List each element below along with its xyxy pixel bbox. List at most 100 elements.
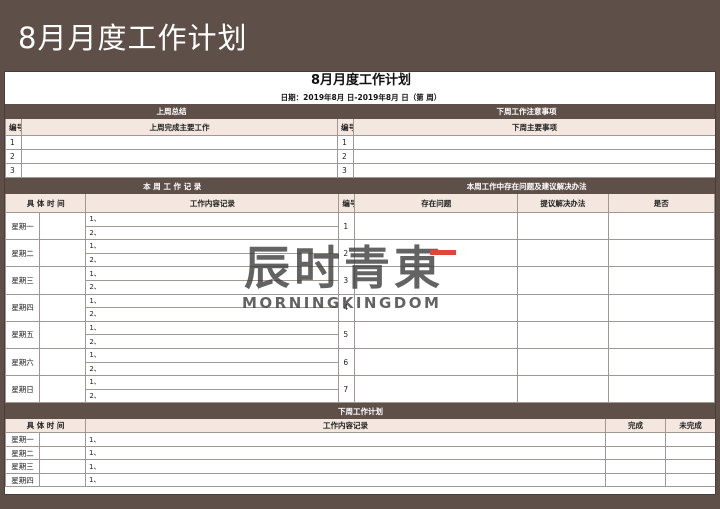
content-line: 2、 (85, 334, 340, 349)
weekday-extra-cell[interactable] (39, 347, 87, 377)
yesno-cell[interactable] (607, 266, 715, 295)
banner-title: 8月月度工作计划 (18, 21, 248, 55)
issues-header: 本周工作中存在问题及建议解决办法 (338, 178, 715, 194)
done-cell[interactable] (605, 432, 666, 447)
row-number: 4 (338, 293, 356, 322)
content-line: 2、 (85, 279, 340, 295)
problem-cell[interactable] (354, 375, 519, 404)
weekday-label: 星期四 (5, 293, 41, 322)
col-undone: 未完成 (664, 418, 715, 434)
row-number: 7 (338, 375, 356, 404)
weekday-label: 星期二 (5, 239, 41, 268)
yesno-cell[interactable] (607, 375, 715, 404)
weekday-label: 星期三 (5, 266, 41, 295)
date-line: 日期：2019年8月 日-2019年8月 日（第 周） (280, 93, 442, 102)
last-week-header: 上周总结 (5, 104, 338, 119)
content-line: 1、 (85, 347, 340, 363)
last-week-item-cell[interactable] (21, 135, 338, 150)
row-number: 2 (5, 149, 22, 164)
plan-grid: 上周总结下周工作注意事项编号上周完成主要工作编号下周主要事项112233本 周 … (5, 104, 715, 488)
content-line: 1、 (85, 320, 340, 336)
last-week-item-cell[interactable] (21, 163, 338, 178)
done-cell[interactable] (605, 472, 666, 488)
problem-cell[interactable] (354, 293, 519, 322)
row-number: 3 (338, 266, 356, 295)
next-week-item-cell[interactable] (353, 149, 715, 164)
content-line: 1、 (85, 212, 340, 227)
content-line: 1、 (85, 266, 340, 281)
undone-cell[interactable] (664, 445, 715, 461)
problem-cell[interactable] (354, 347, 519, 377)
yesno-cell[interactable] (607, 293, 715, 322)
col-time: 具 体 时 间 (5, 418, 86, 434)
weekday-extra-cell[interactable] (39, 375, 87, 404)
undone-cell[interactable] (664, 432, 715, 447)
last-week-item-cell[interactable] (21, 149, 338, 164)
weekday-extra-cell[interactable] (39, 293, 87, 322)
done-cell[interactable] (605, 459, 666, 474)
record-table: 本 周 工 作 记 录本周工作中存在问题及建议解决办法具 体 时 间工作内容记录… (5, 178, 715, 404)
next-week-notes-header: 下周工作注意事项 (337, 104, 715, 119)
weekday-extra-cell[interactable] (39, 445, 86, 461)
col-no: 编号 (337, 118, 354, 136)
col-done: 完成 (605, 418, 666, 434)
solution-cell[interactable] (517, 293, 609, 322)
weekday-extra-cell[interactable] (39, 266, 87, 295)
row-number: 1 (337, 135, 354, 150)
plan-item: 1、 (85, 472, 606, 488)
content-line: 2、 (85, 361, 340, 377)
weekday-label: 星期一 (5, 211, 41, 241)
solution-cell[interactable] (517, 266, 609, 295)
done-cell[interactable] (605, 445, 666, 461)
col-last-week-main: 上周完成主要工作 (21, 118, 338, 136)
weekday-extra-cell[interactable] (39, 432, 86, 447)
plan-item: 1、 (85, 459, 606, 474)
problem-cell[interactable] (354, 320, 519, 349)
col-content: 工作内容记录 (85, 418, 606, 434)
col-no: 编号 (338, 193, 356, 213)
problem-cell[interactable] (354, 211, 519, 241)
content-line: 1、 (85, 293, 340, 309)
next-week-item-cell[interactable] (353, 135, 715, 150)
row-number: 5 (338, 320, 356, 349)
content-line: 2、 (85, 388, 340, 404)
solution-cell[interactable] (517, 320, 609, 349)
undone-cell[interactable] (664, 459, 715, 474)
weekday-extra-cell[interactable] (39, 320, 87, 349)
problem-cell[interactable] (354, 239, 519, 268)
col-problem: 存在问题 (354, 193, 519, 213)
document-title: 8月月度工作计划 (310, 73, 412, 88)
solution-cell[interactable] (517, 211, 609, 241)
row-number: 3 (5, 163, 22, 178)
plan-item: 1、 (85, 445, 606, 461)
next-plan-header: 下周工作计划 (5, 403, 715, 420)
content-line: 1、 (85, 239, 340, 254)
solution-cell[interactable] (517, 239, 609, 268)
weekday-extra-cell[interactable] (39, 472, 86, 488)
yesno-cell[interactable] (607, 211, 715, 241)
weekday-extra-cell[interactable] (39, 211, 87, 241)
weekday-label: 星期二 (5, 445, 40, 461)
col-content: 工作内容记录 (85, 193, 340, 213)
solution-cell[interactable] (517, 375, 609, 404)
row-number: 1 (5, 135, 22, 150)
problem-cell[interactable] (354, 266, 519, 295)
yesno-cell[interactable] (607, 347, 715, 377)
row-number: 2 (338, 239, 356, 268)
yesno-cell[interactable] (607, 239, 715, 268)
weekday-label: 星期三 (5, 459, 40, 474)
weekday-label: 星期一 (5, 432, 40, 447)
col-time: 具 体 时 间 (5, 193, 87, 213)
week-record-header: 本 周 工 作 记 录 (5, 178, 340, 194)
weekday-extra-cell[interactable] (39, 459, 86, 474)
row-number: 1 (338, 211, 356, 241)
weekday-extra-cell[interactable] (39, 239, 87, 268)
col-yesno: 是否 (607, 193, 715, 213)
weekday-label: 星期四 (5, 472, 40, 488)
yesno-cell[interactable] (607, 320, 715, 349)
next-plan-table: 下周工作计划具 体 时 间工作内容记录 完成 未完成 星期一 1、 星期二 1、 星期三 1、星… (5, 403, 715, 488)
next-week-item-cell[interactable] (353, 163, 715, 178)
undone-cell[interactable] (664, 472, 715, 488)
weekday-label: 星期六 (5, 347, 41, 377)
solution-cell[interactable] (517, 347, 609, 377)
